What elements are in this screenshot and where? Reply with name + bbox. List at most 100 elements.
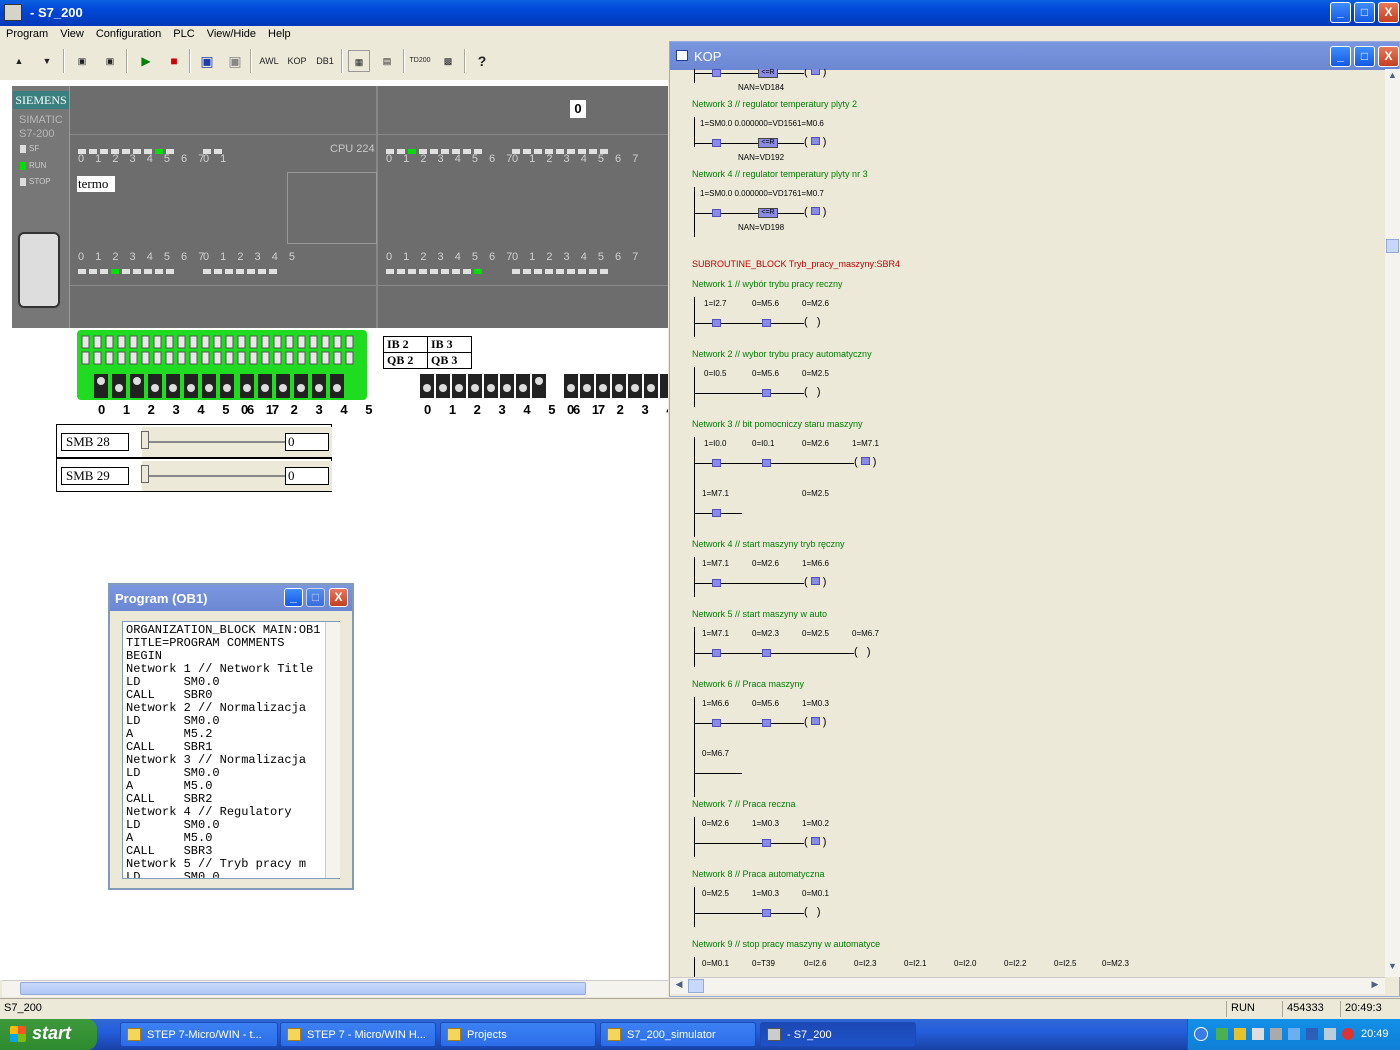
tray-clock[interactable]: 20:49 (1361, 1028, 1389, 1040)
compare-box[interactable]: <=R (758, 208, 778, 218)
contact-element[interactable] (712, 649, 721, 657)
program-close-button[interactable]: X (329, 588, 348, 607)
task-projects[interactable]: Projects (440, 1022, 596, 1047)
network-icon[interactable]: ▩ (437, 50, 459, 72)
state-icon[interactable]: ▣ (224, 50, 246, 72)
contact-nc-element[interactable] (762, 389, 771, 397)
kop-scroll-thumb[interactable] (1386, 239, 1399, 253)
contact-nc-element[interactable] (762, 719, 771, 727)
tray-app-icon[interactable] (1342, 1028, 1354, 1040)
db1-button[interactable]: DB1 (314, 50, 336, 72)
contact-nc-element[interactable] (762, 459, 771, 467)
contact-element[interactable] (712, 579, 721, 587)
plc-scroll-thumb[interactable] (20, 982, 586, 995)
kop-close-button[interactable]: X (1378, 46, 1399, 67)
coil-element[interactable]: ( ) (804, 136, 826, 148)
smb28-slider-thumb[interactable] (141, 431, 149, 449)
coil-element[interactable]: ( ) (804, 69, 826, 78)
kop-vertical-scrollbar[interactable]: ▲ ▼ (1385, 69, 1400, 977)
run-icon[interactable]: ▶ (135, 50, 157, 72)
contact-nc-element[interactable] (762, 319, 771, 327)
contact-element[interactable] (712, 139, 721, 147)
tray-expand-icon[interactable] (1194, 1027, 1208, 1041)
tray-app-icon[interactable] (1306, 1028, 1318, 1040)
task-s7-200[interactable]: - S7_200 (760, 1022, 916, 1047)
download-icon[interactable]: ▣ (71, 50, 93, 72)
kop-horizontal-scrollbar[interactable]: ◀ ▶ (670, 977, 1385, 994)
toggle-switches-bank1[interactable] (94, 374, 366, 398)
kop-hscroll-thumb[interactable] (688, 979, 704, 993)
awl-button[interactable]: AWL (258, 50, 280, 72)
program-maximize-button[interactable]: □ (306, 588, 325, 607)
scroll-left-icon[interactable]: ◀ (672, 979, 686, 993)
tray-app-icon[interactable] (1270, 1028, 1282, 1040)
coil-element[interactable]: ( ) (804, 576, 826, 588)
stop-icon[interactable]: ■ (163, 50, 185, 72)
tray-app-icon[interactable] (1252, 1028, 1264, 1040)
smb29-slider-thumb[interactable] (141, 465, 149, 483)
program-minimize-button[interactable]: _ (284, 588, 303, 607)
load-icon[interactable]: ▲ (8, 50, 30, 72)
monitor-icon[interactable]: ▣ (196, 50, 218, 72)
start-button[interactable]: start (0, 1019, 97, 1050)
contact-element[interactable] (712, 209, 721, 217)
output-numbers-q0: 0 1 2 3 4 5 6 7 (78, 251, 209, 263)
contact-element[interactable] (712, 719, 721, 727)
coil-element[interactable]: ( ) (854, 646, 871, 658)
menu-configuration[interactable]: Configuration (90, 26, 167, 40)
maximize-button[interactable]: □ (1354, 2, 1375, 23)
scroll-right-icon[interactable]: ▶ (1368, 979, 1382, 993)
coil-fill (810, 837, 820, 845)
contact-element[interactable] (762, 909, 771, 917)
ladder-diagram-area[interactable]: <=R ( ) NAN=VD184 Network 3 // regulator… (670, 69, 1385, 977)
menu-view[interactable]: View (54, 26, 90, 40)
compare-box[interactable]: <=R (758, 69, 778, 78)
smb28-value[interactable]: 0 (285, 433, 329, 451)
app-icon[interactable] (4, 4, 22, 21)
contact-element[interactable] (712, 509, 721, 517)
smb29-value[interactable]: 0 (285, 467, 329, 485)
operand-label: 0=M6.7 (702, 749, 729, 758)
operand-label: 0=M0.1 (802, 889, 829, 898)
coil-element[interactable]: ( ) (804, 906, 821, 918)
kop-maximize-button[interactable]: □ (1354, 46, 1375, 67)
contact-element[interactable] (712, 69, 721, 77)
coil-element[interactable]: ( ) (804, 316, 821, 328)
tray-app-icon[interactable] (1324, 1028, 1336, 1040)
menu-help[interactable]: Help (262, 26, 297, 40)
contact-element[interactable] (712, 319, 721, 327)
save-icon[interactable]: ▼ (36, 50, 58, 72)
coil-element[interactable]: ( ) (804, 206, 826, 218)
kop-button[interactable]: KOP (286, 50, 308, 72)
chart-icon[interactable]: ▤ (376, 50, 398, 72)
view-plc-icon[interactable]: ▦ (348, 50, 370, 72)
compare-box[interactable]: <=R (758, 138, 778, 148)
scroll-down-icon[interactable]: ▼ (1386, 961, 1399, 975)
scroll-up-icon[interactable]: ▲ (1386, 70, 1399, 84)
menu-view-hide[interactable]: View/Hide (201, 26, 262, 40)
task-stepwin[interactable]: STEP 7-Micro/WIN - t... (120, 1022, 278, 1047)
task-stepwin-help[interactable]: STEP 7 - Micro/WIN H... (280, 1022, 436, 1047)
upload-icon[interactable]: ▣ (99, 50, 121, 72)
help-button[interactable]: ? (471, 50, 493, 72)
kop-minimize-button[interactable]: _ (1330, 46, 1351, 67)
tray-app-icon[interactable] (1288, 1028, 1300, 1040)
coil-element[interactable]: ( ) (804, 836, 826, 848)
contact-element[interactable] (712, 459, 721, 467)
td200-button[interactable]: TD200 (409, 50, 431, 72)
toggle-switches-expansion[interactable] (420, 374, 668, 398)
menu-program[interactable]: Program (0, 26, 54, 40)
tray-shield-icon[interactable] (1234, 1028, 1246, 1040)
contact-nc-element[interactable] (762, 649, 771, 657)
menu-plc[interactable]: PLC (167, 26, 200, 40)
program-scrollbar[interactable] (325, 622, 340, 878)
coil-element[interactable]: ( ) (854, 456, 876, 468)
contact-element[interactable] (762, 839, 771, 847)
close-button[interactable]: X (1378, 2, 1399, 23)
task-simulator-folder[interactable]: S7_200_simulator (600, 1022, 756, 1047)
tray-network-icon[interactable] (1216, 1028, 1228, 1040)
coil-element[interactable]: ( ) (804, 386, 821, 398)
coil-element[interactable]: ( ) (804, 716, 826, 728)
program-listing[interactable]: ORGANIZATION_BLOCK MAIN:OB1 TITLE=PROGRA… (122, 621, 340, 879)
minimize-button[interactable]: _ (1330, 2, 1351, 23)
